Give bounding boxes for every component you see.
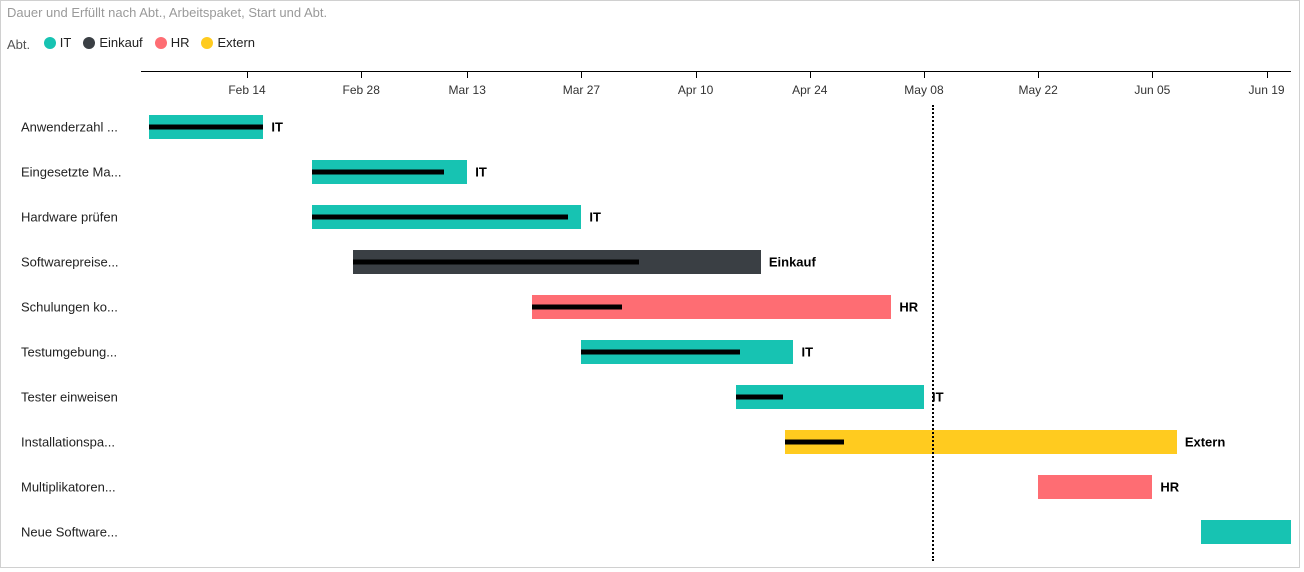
x-axis-tick (810, 71, 811, 78)
task-label: Schulungen ko... (21, 300, 131, 315)
gantt-bar[interactable] (1038, 475, 1152, 499)
gantt-bar-label: IT (475, 165, 487, 180)
legend-item-label: Einkauf (99, 35, 142, 50)
x-axis-tick (1267, 71, 1268, 78)
gantt-progress (736, 395, 783, 400)
gantt-progress (353, 260, 638, 265)
chart-card: Dauer und Erfüllt nach Abt., Arbeitspake… (0, 0, 1300, 568)
legend: Abt. IT Einkauf HR Extern (7, 35, 267, 52)
task-label: Installationspa... (21, 435, 131, 450)
gantt-progress (785, 440, 844, 445)
legend-swatch-icon (201, 37, 213, 49)
x-axis-tick (1152, 71, 1153, 78)
gantt-bar-label: IT (589, 210, 601, 225)
x-axis-tick (924, 71, 925, 78)
gantt-row: Schulungen ko... HR (1, 295, 1299, 319)
gantt-bar-label: IT (801, 345, 813, 360)
gantt-bar-label: Einkauf (769, 255, 816, 270)
legend-swatch-icon (155, 37, 167, 49)
task-label: Anwenderzahl ... (21, 120, 131, 135)
legend-swatch-icon (44, 37, 56, 49)
gantt-progress (581, 350, 740, 355)
chart-title: Dauer und Erfüllt nach Abt., Arbeitspake… (7, 5, 327, 20)
gantt-progress (312, 215, 568, 220)
task-label: Eingesetzte Ma... (21, 165, 131, 180)
x-axis-tick-label: Jun 05 (1134, 83, 1170, 97)
x-axis-tick-label: Jun 19 (1249, 83, 1285, 97)
gantt-row: Neue Software... IT (1, 520, 1299, 544)
gantt-bar-label: IT (271, 120, 283, 135)
x-axis-tick-label: Feb 28 (343, 83, 380, 97)
gantt-row: Eingesetzte Ma... IT (1, 160, 1299, 184)
task-label: Tester einweisen (21, 390, 131, 405)
task-label: Hardware prüfen (21, 210, 131, 225)
task-label: Neue Software... (21, 525, 131, 540)
gantt-bar-label: HR (899, 300, 918, 315)
gantt-progress (532, 305, 622, 310)
x-axis-tick-label: May 22 (1018, 83, 1057, 97)
gantt-row: Anwenderzahl ... IT (1, 115, 1299, 139)
x-axis-tick (467, 71, 468, 78)
x-axis-tick-label: Feb 14 (228, 83, 265, 97)
gantt-bar-label: HR (1160, 480, 1179, 495)
legend-item-it[interactable]: IT (44, 35, 72, 50)
task-label: Testumgebung... (21, 345, 131, 360)
x-axis-tick-label: Mar 13 (449, 83, 486, 97)
legend-swatch-icon (83, 37, 95, 49)
legend-item-label: Extern (217, 35, 255, 50)
x-axis-tick (581, 71, 582, 78)
x-axis-line (141, 71, 1291, 72)
gantt-plot: Feb 14 Feb 28 Mar 13 Mar 27 Apr 10 Apr 24 May … (1, 61, 1299, 567)
x-axis-tick-label: Apr 10 (678, 83, 713, 97)
x-axis-tick-label: Apr 24 (792, 83, 827, 97)
today-line (932, 105, 934, 561)
x-axis-tick-label: Mar 27 (563, 83, 600, 97)
gantt-row: Testumgebung... IT (1, 340, 1299, 364)
x-axis-tick (696, 71, 697, 78)
gantt-row: Multiplikatoren... HR (1, 475, 1299, 499)
gantt-bar[interactable] (1201, 520, 1291, 544)
x-axis-tick (361, 71, 362, 78)
gantt-row: Tester einweisenIT (1, 385, 1299, 409)
task-label: Multiplikatoren... (21, 480, 131, 495)
gantt-progress (149, 125, 263, 130)
gantt-row: Installationspa... Extern (1, 430, 1299, 454)
x-axis-tick (247, 71, 248, 78)
gantt-bar-label: Extern (1185, 435, 1225, 450)
gantt-row: Hardware prüfen IT (1, 205, 1299, 229)
legend-item-einkauf[interactable]: Einkauf (83, 35, 142, 50)
gantt-row: Softwarepreise... Einkauf (1, 250, 1299, 274)
legend-item-label: IT (60, 35, 72, 50)
x-axis-tick (1038, 71, 1039, 78)
x-axis-tick-label: May 08 (904, 83, 943, 97)
task-label: Softwarepreise... (21, 255, 131, 270)
legend-item-hr[interactable]: HR (155, 35, 190, 50)
legend-item-label: HR (171, 35, 190, 50)
gantt-bar[interactable] (785, 430, 1176, 454)
gantt-progress (312, 170, 444, 175)
legend-axis-label: Abt. (7, 37, 30, 52)
legend-item-extern[interactable]: Extern (201, 35, 255, 50)
gantt-bar-label: IT (1299, 525, 1300, 540)
